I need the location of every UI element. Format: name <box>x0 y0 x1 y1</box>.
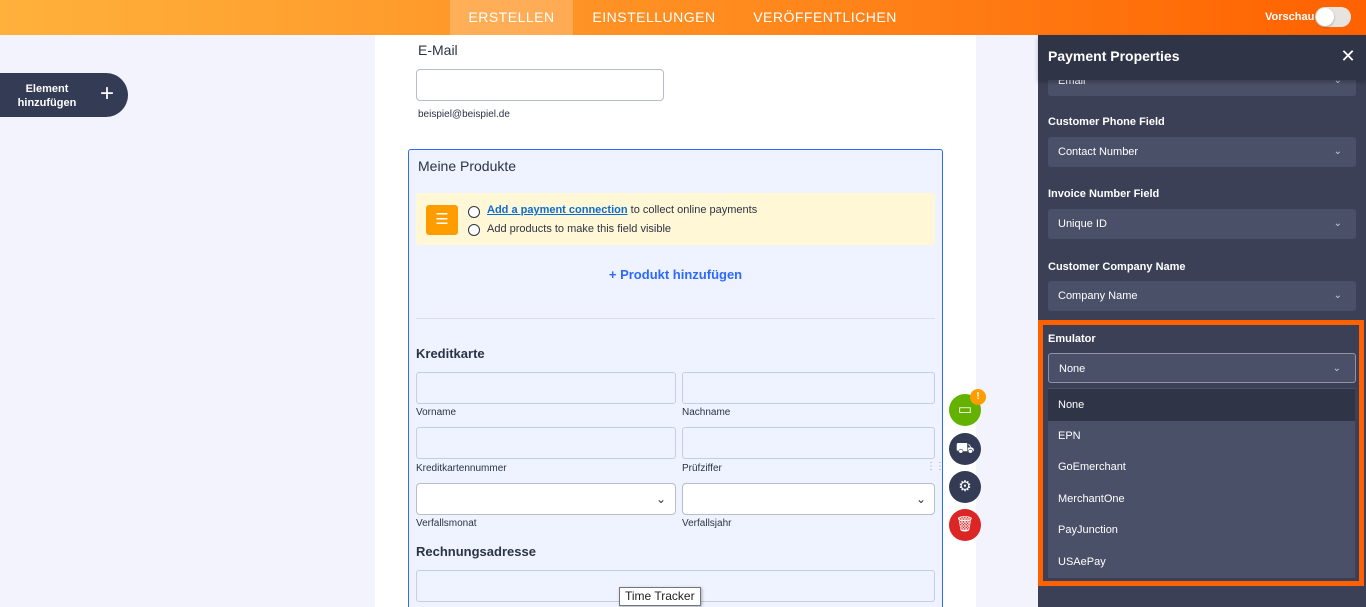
select-value: Company Name <box>1058 290 1138 302</box>
tab-publish[interactable]: VERÖFFENTLICHEN <box>745 0 905 35</box>
expiry-month-sublabel: Verfallsmonat <box>416 518 477 529</box>
company-name-label: Customer Company Name <box>1048 261 1186 273</box>
company-name-select[interactable]: Company Name ⌄ <box>1048 281 1356 311</box>
last-name-input[interactable] <box>682 372 935 404</box>
preview-label: Vorschau <box>1265 11 1315 23</box>
email-label: E-Mail <box>418 42 458 58</box>
add-element-label: Element hinzufügen <box>17 83 77 109</box>
emulator-label: Emulator <box>1048 333 1096 345</box>
add-product-button[interactable]: + Produkt hinzufügen <box>416 267 935 282</box>
expiry-year-select[interactable] <box>682 483 935 515</box>
notice-radio <box>468 206 480 218</box>
cart-icon: ⛟ <box>955 440 975 457</box>
divider <box>416 318 935 319</box>
cvv-sublabel: Prüfziffer <box>682 463 722 474</box>
invoice-field-label: Invoice Number Field <box>1048 188 1160 200</box>
chevron-down-icon: ⌄ <box>1333 290 1342 301</box>
dropdown-option[interactable]: PayJunction <box>1048 514 1355 546</box>
tab-settings[interactable]: EINSTELLUNGEN <box>583 0 725 35</box>
phone-field-select[interactable]: Contact Number ⌄ <box>1048 137 1356 167</box>
card-number-sublabel: Kreditkartennummer <box>416 463 507 474</box>
cart-button[interactable]: ⛟ <box>949 433 981 465</box>
warning-badge: ! <box>970 389 986 405</box>
billing-address-title: Rechnungsadresse <box>416 544 536 559</box>
select-value: Unique ID <box>1058 218 1107 230</box>
delete-button[interactable]: 🗑 <box>949 509 981 541</box>
trash-icon: 🗑 <box>955 516 975 533</box>
gear-icon: ⚙ <box>958 478 972 495</box>
tab-build[interactable]: ERSTELLEN <box>450 0 573 35</box>
tooltip: Time Tracker <box>619 587 701 606</box>
notice-item-products: Add products to make this field visible <box>487 223 672 235</box>
card-number-input[interactable] <box>416 427 676 459</box>
first-name-input[interactable] <box>416 372 676 404</box>
chevron-down-icon: ⌄ <box>1332 363 1341 374</box>
add-element-button[interactable]: Element hinzufügen + <box>0 73 128 117</box>
notice-radio <box>468 224 480 236</box>
chevron-down-icon: ⌄ <box>916 492 927 506</box>
panel-title: Payment Properties <box>1048 48 1180 64</box>
credit-card-icon: ▭ <box>957 401 973 418</box>
dropdown-option[interactable]: USAePay <box>1048 546 1355 578</box>
emulator-select[interactable]: None ⌄ <box>1048 353 1356 383</box>
toggle-knob <box>1316 8 1334 26</box>
plus-icon: + <box>100 80 115 107</box>
expiry-month-select[interactable] <box>416 483 676 515</box>
checklist-icon: ☰ <box>426 205 458 235</box>
notice-item-connection: Add a payment connection to collect onli… <box>487 204 757 216</box>
chevron-down-icon: ⌄ <box>1333 218 1342 229</box>
add-payment-connection-link[interactable]: Add a payment connection <box>487 204 628 216</box>
chevron-down-icon: ⌄ <box>1333 146 1342 157</box>
dropdown-option[interactable]: EPN <box>1048 420 1355 452</box>
notice-item-text: to collect online payments <box>630 204 758 216</box>
settings-button[interactable]: ⚙ <box>949 471 981 503</box>
preview-toggle[interactable] <box>1315 7 1351 27</box>
phone-field-label: Customer Phone Field <box>1048 116 1165 128</box>
select-value: Contact Number <box>1058 146 1139 158</box>
email-sublabel: beispiel@beispiel.de <box>418 109 510 120</box>
select-value: None <box>1059 363 1086 375</box>
credit-card-title: Kreditkarte <box>416 346 485 361</box>
chevron-down-icon: ⌄ <box>656 492 667 506</box>
email-input[interactable] <box>416 69 664 101</box>
cvv-input[interactable] <box>682 427 935 459</box>
payment-notice <box>416 193 935 245</box>
dropdown-option[interactable]: GoEmerchant <box>1048 451 1355 483</box>
invoice-field-select[interactable]: Unique ID ⌄ <box>1048 209 1356 239</box>
first-name-sublabel: Vorname <box>416 407 457 418</box>
last-name-sublabel: Nachname <box>682 407 731 418</box>
products-label: Meine Produkte <box>418 158 517 174</box>
drag-handle-icon[interactable]: ⋮⋮ <box>926 462 945 478</box>
dropdown-option[interactable]: MerchantOne <box>1048 483 1355 515</box>
expiry-year-sublabel: Verfallsjahr <box>682 518 732 529</box>
dropdown-option[interactable]: None <box>1048 389 1355 421</box>
close-icon[interactable]: ✕ <box>1339 45 1357 67</box>
